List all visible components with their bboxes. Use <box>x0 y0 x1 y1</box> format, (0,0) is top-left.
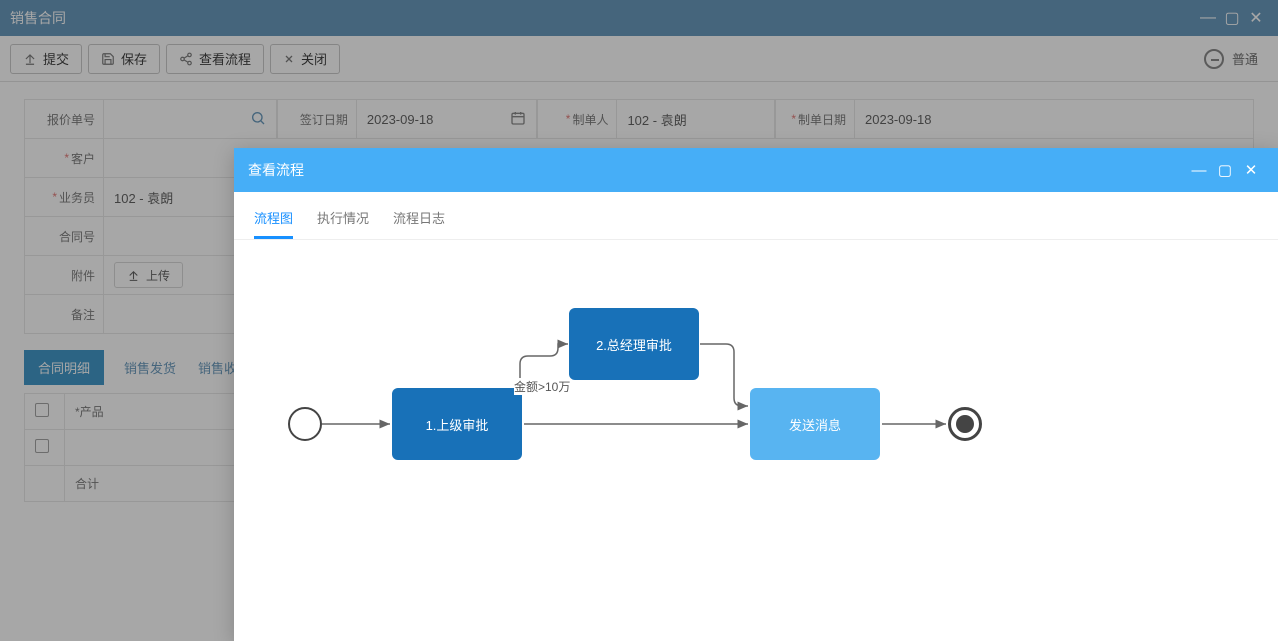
flow-edge-label-amount: 金额>10万 <box>514 378 570 395</box>
modal-close-icon[interactable]: ✕ <box>1238 161 1264 179</box>
flow-node-gm-approval[interactable]: 2.总经理审批 <box>569 308 699 380</box>
flow-node-send-message[interactable]: 发送消息 <box>750 388 880 460</box>
flow-node-supervisor-approval[interactable]: 1.上级审批 <box>392 388 522 460</box>
modal-minimize-icon[interactable]: — <box>1186 162 1212 179</box>
flow-diagram: 1.上级审批 2.总经理审批 金额>10万 发送消息 <box>234 240 1278 641</box>
modal-title: 查看流程 <box>248 160 304 180</box>
tab-flow-status[interactable]: 执行情况 <box>317 208 369 239</box>
flow-start-node <box>288 407 322 441</box>
modal-titlebar: 查看流程 — ▢ ✕ <box>234 148 1278 192</box>
flow-end-node <box>948 407 982 441</box>
modal-maximize-icon[interactable]: ▢ <box>1212 161 1238 179</box>
tab-flow-diagram[interactable]: 流程图 <box>254 208 293 239</box>
tab-flow-log[interactable]: 流程日志 <box>393 208 445 239</box>
modal-tabs: 流程图 执行情况 流程日志 <box>234 192 1278 240</box>
view-flow-modal: 查看流程 — ▢ ✕ 流程图 执行情况 流程日志 1. <box>234 148 1278 641</box>
